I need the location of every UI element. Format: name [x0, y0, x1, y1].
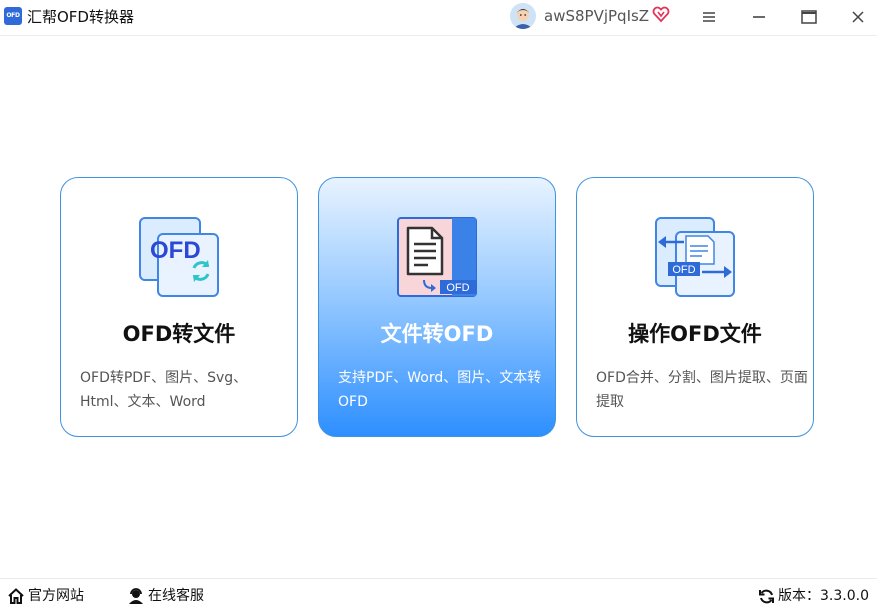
- customer-service-icon: [129, 588, 143, 604]
- card-description: OFD转PDF、图片、Svg、Html、文本、Word: [80, 370, 248, 410]
- official-website-label: 官方网站: [28, 588, 84, 604]
- minimize-icon[interactable]: [748, 6, 770, 28]
- official-website-link[interactable]: 官方网站: [7, 586, 84, 606]
- version-label: 版本：3.3.0.0: [778, 588, 869, 604]
- card-description: 支持PDF、Word、图片、文本转OFD: [338, 370, 542, 410]
- version-info[interactable]: 版本：3.3.0.0: [758, 586, 869, 606]
- ofd-badge-text: OFD: [446, 282, 469, 294]
- ofd-to-file-icon: OFD: [138, 216, 222, 300]
- refresh-icon: [759, 589, 774, 603]
- title-bar: OFD 汇帮OFD转换器 awS8PVjPqIsZ: [0, 0, 877, 36]
- menu-icon[interactable]: [698, 6, 720, 28]
- maximize-icon[interactable]: [798, 6, 820, 28]
- username[interactable]: awS8PVjPqIsZ: [544, 6, 649, 26]
- operate-ofd-icon: OFD: [654, 216, 738, 300]
- ofd-to-file-card[interactable]: OFD OFD转文件 OFD转PDF、图片、Svg、Html、文本、Word: [60, 177, 298, 437]
- home-icon: [8, 588, 24, 604]
- vip-heart-icon[interactable]: [652, 5, 670, 23]
- ofd-badge-text: OFD: [672, 264, 695, 276]
- file-to-ofd-icon: OFD: [396, 216, 480, 300]
- file-to-ofd-card[interactable]: OFD 文件转OFD 支持PDF、Word、图片、文本转OFD: [318, 177, 556, 437]
- online-service-label: 在线客服: [148, 588, 204, 604]
- card-title: 文件转OFD: [380, 322, 494, 346]
- svg-text:OFD: OFD: [150, 237, 201, 264]
- operate-ofd-card[interactable]: OFD 操作OFD文件 OFD合并、分割、图片提取、页面提取: [576, 177, 814, 437]
- app-title: 汇帮OFD转换器: [27, 8, 134, 26]
- app-logo-icon: OFD: [4, 7, 22, 25]
- card-title: 操作OFD文件: [628, 322, 762, 346]
- card-description: OFD合并、分割、图片提取、页面提取: [596, 370, 808, 410]
- online-service-link[interactable]: 在线客服: [127, 586, 204, 606]
- avatar[interactable]: [510, 3, 536, 29]
- card-title: OFD转文件: [122, 322, 236, 346]
- close-icon[interactable]: [847, 6, 869, 28]
- status-bar: 官方网站 在线客服 版本：3.3.0.0: [0, 578, 877, 616]
